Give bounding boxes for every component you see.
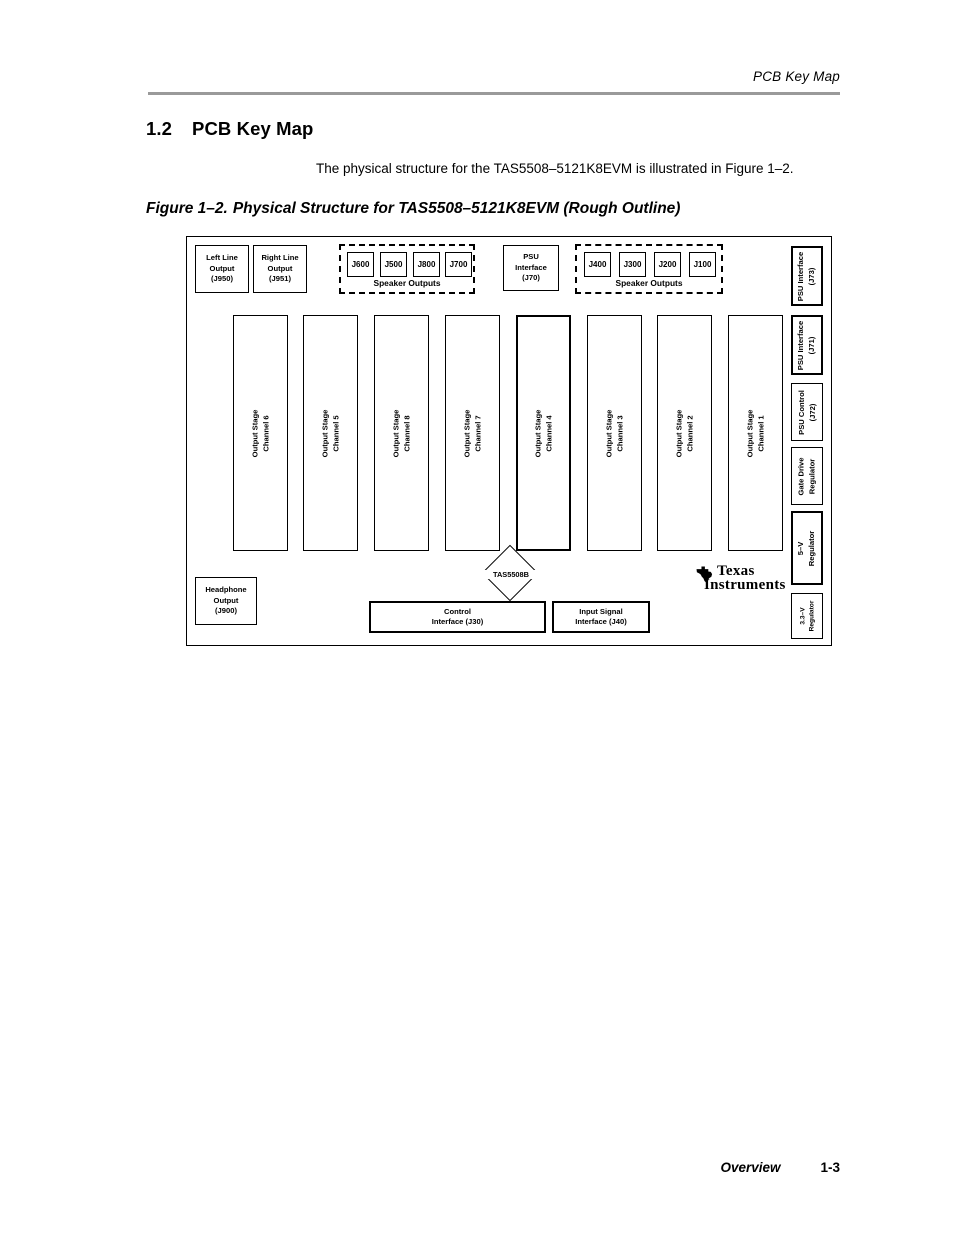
- psu-interface-j73-box: PSU Interface (J73): [791, 246, 823, 306]
- connector-j600: J600: [347, 252, 374, 277]
- output-stage-4-line1: Output Stage: [532, 409, 542, 457]
- connector-j800: J800: [413, 252, 440, 277]
- connector-j700: J700: [445, 252, 472, 277]
- output-stage-channel-6: Output Stage Channel 6: [233, 315, 288, 551]
- connector-j200: J200: [654, 252, 681, 277]
- ti-logo-line1: Texas: [717, 563, 755, 579]
- psu-interface-j70-line2: Interface: [515, 262, 547, 272]
- speaker-outputs-right-label: Speaker Outputs: [615, 278, 683, 288]
- output-stage-channel-5: Output Stage Channel 5: [303, 315, 358, 551]
- header-divider-rule: [148, 92, 840, 95]
- page-title: 1.2 PCB Key Map: [146, 118, 313, 140]
- pcb-key-map-diagram: Left Line Output (J950) Right Line Outpu…: [186, 236, 832, 646]
- output-stage-8-line1: Output Stage: [390, 409, 400, 457]
- section-title: PCB Key Map: [192, 118, 314, 140]
- five-volt-regulator-box: 5–V Regulator: [791, 511, 823, 585]
- running-head-text: PCB Key Map: [753, 69, 840, 84]
- psu-interface-j73-line3: (J73): [807, 267, 816, 285]
- connector-j400: J400: [584, 252, 611, 277]
- control-interface-line2: Interface (J30): [431, 617, 484, 626]
- ti-logo-line2: Instruments: [704, 577, 786, 593]
- five-volt-regulator-line1: 5–V: [796, 541, 806, 555]
- output-stage-channel-4: Output Stage Channel 4: [516, 315, 571, 551]
- gate-drive-regulator-line1: Gate Drive: [796, 457, 806, 495]
- gate-drive-regulator-box: Gate Drive Regulator: [791, 447, 823, 505]
- output-stage-3-line2: Channel 3: [614, 414, 624, 452]
- connector-j500: J500: [380, 252, 407, 277]
- texas-instruments-logo: Texas Instruments: [695, 563, 786, 593]
- psu-control-j72-line2: Control: [796, 389, 806, 417]
- psu-control-j72-box: PSU Control (J72): [791, 383, 823, 441]
- left-line-output-box: Left Line Output (J950): [195, 245, 249, 293]
- page-footer: Overview 1-3: [148, 1160, 840, 1175]
- page-running-header: PCB Key Map: [148, 68, 840, 86]
- connector-j300: J300: [619, 252, 646, 277]
- output-stage-5-line2: Channel 5: [330, 414, 340, 452]
- control-interface-j30-box: Control Interface (J30): [369, 601, 546, 633]
- speaker-outputs-left-label: Speaker Outputs: [373, 278, 441, 288]
- footer-page-number: 1-3: [820, 1160, 840, 1175]
- psu-interface-j71-box: PSU Interface (J71): [791, 315, 823, 375]
- psu-interface-j73-line1: PSU: [796, 285, 806, 301]
- left-line-output-line3: (J950): [211, 274, 233, 284]
- section-body-text: The physical structure for the TAS5508–5…: [316, 160, 794, 176]
- psu-control-j72-line1: PSU: [796, 418, 806, 435]
- tas5508b-ic-label: TAS5508B: [480, 570, 542, 579]
- output-stage-7-line2: Channel 7: [472, 414, 482, 452]
- output-stage-2-line2: Channel 2: [684, 414, 694, 452]
- psu-interface-j71-line2: Interface: [796, 320, 806, 352]
- psu-interface-j73-line2: Interface: [796, 251, 806, 283]
- speaker-outputs-group-right: J400 J300 J200 J100 Speaker Outputs: [575, 244, 723, 294]
- footer-section-name: Overview: [720, 1160, 781, 1175]
- gate-drive-regulator-line2: Regulator: [807, 458, 816, 494]
- psu-interface-j70-box: PSU Interface (J70): [503, 245, 559, 291]
- output-stage-5-line1: Output Stage: [319, 409, 329, 457]
- headphone-output-box: Headphone Output (J900): [195, 577, 257, 625]
- output-stage-channel-8: Output Stage Channel 8: [374, 315, 429, 551]
- output-stage-channel-3: Output Stage Channel 3: [587, 315, 642, 551]
- headphone-output-line3: (J900): [215, 606, 237, 616]
- three-three-volt-regulator-line2: Regulator: [808, 600, 815, 632]
- left-line-output-line2: Output: [209, 263, 235, 273]
- three-three-volt-regulator-line1: 3.3–V: [799, 607, 806, 625]
- speaker-outputs-group-left: J600 J500 J800 J700 Speaker Outputs: [339, 244, 475, 294]
- figure-caption: Figure 1–2. Physical Structure for TAS550…: [146, 200, 680, 218]
- right-line-output-box: Right Line Output (J951): [253, 245, 307, 293]
- connector-j100: J100: [689, 252, 716, 277]
- figure-title: Physical Structure for TAS5508–5121K8EVM…: [232, 200, 681, 217]
- headphone-output-line1: Headphone: [205, 585, 247, 595]
- output-stage-6-line1: Output Stage: [249, 409, 259, 457]
- psu-control-j72-line3: (J72): [807, 403, 816, 421]
- left-line-output-line1: Left Line: [206, 253, 238, 263]
- right-line-output-line1: Right Line: [261, 253, 299, 263]
- output-stage-3-line1: Output Stage: [603, 409, 613, 457]
- right-line-output-line2: Output: [267, 263, 293, 273]
- section-number: 1.2: [146, 118, 173, 140]
- output-stage-channel-7: Output Stage Channel 7: [445, 315, 500, 551]
- output-stage-1-line1: Output Stage: [744, 409, 754, 457]
- input-signal-interface-j40-box: Input Signal Interface (J40): [552, 601, 650, 633]
- input-signal-interface-line1: Input Signal: [579, 606, 623, 616]
- headphone-output-line2: Output: [213, 595, 239, 605]
- psu-interface-j70-line1: PSU: [523, 252, 539, 262]
- psu-interface-j70-line3: (J70): [522, 273, 540, 283]
- five-volt-regulator-line2: Regulator: [807, 530, 817, 566]
- output-stage-6-line2: Channel 6: [260, 414, 270, 452]
- control-interface-line1: Control: [444, 606, 471, 616]
- psu-interface-j71-line3: (J71): [807, 336, 816, 354]
- output-stage-2-line1: Output Stage: [673, 409, 683, 457]
- output-stage-channel-2: Output Stage Channel 2: [657, 315, 712, 551]
- output-stage-channel-1: Output Stage Channel 1: [728, 315, 783, 551]
- output-stage-1-line2: Channel 1: [755, 414, 765, 452]
- three-three-volt-regulator-box: 3.3–V Regulator: [791, 593, 823, 639]
- input-signal-interface-line2: Interface (J40): [575, 617, 627, 626]
- output-stage-8-line2: Channel 8: [401, 414, 411, 452]
- output-stage-7-line1: Output Stage: [461, 409, 471, 457]
- right-line-output-line3: (J951): [269, 274, 291, 284]
- output-stage-4-line2: Channel 4: [543, 414, 553, 452]
- psu-interface-j71-line1: PSU: [796, 354, 806, 370]
- figure-label: Figure 1–2.: [146, 200, 228, 217]
